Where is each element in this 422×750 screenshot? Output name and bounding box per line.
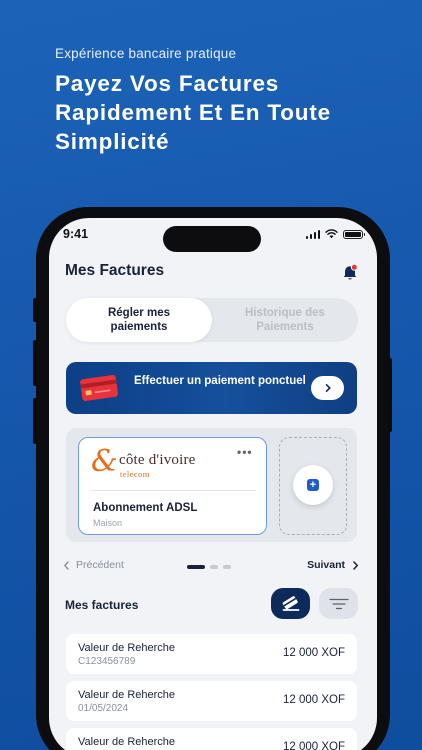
one-time-payment-button[interactable]: Effectuer un paiement ponctuel [66, 362, 357, 414]
invoice-amount: 12 000 XOF [282, 647, 345, 659]
phone-volume-up [33, 340, 37, 386]
bill-card[interactable]: & côte d'ivoire telecom ••• Abonnement A… [78, 437, 267, 535]
arrow-right-icon [325, 384, 331, 392]
status-icons [305, 229, 365, 239]
chevron-right-icon [353, 560, 359, 570]
invoice-amount: 12 000 XOF [282, 741, 345, 750]
invoice-row[interactable]: Valeur de Reherche C123456789 12 000 XOF [66, 634, 357, 674]
bill-subtitle: Maison [93, 518, 123, 528]
add-bill-button[interactable]: + [293, 465, 333, 505]
invoice-row[interactable]: Valeur de Reherche 12 000 XOF [66, 728, 357, 750]
bill-name: Abonnement ADSL [93, 502, 198, 514]
invoice-name: Valeur de Reherche [78, 642, 176, 654]
pay-bills-button[interactable] [271, 588, 310, 619]
credit-card-icon [80, 374, 119, 401]
invoice-reference: C123456789 [78, 656, 136, 667]
invoice-row[interactable]: Valeur de Reherche 01/05/2024 12 000 XOF [66, 681, 357, 721]
page-dots [187, 565, 231, 569]
tab-pay-bills[interactable]: Régler mes paiements [66, 298, 212, 342]
promo-title: Payez Vos Factures Rapidement Et En Tout… [55, 71, 331, 154]
invoice-date: 01/05/2024 [78, 703, 129, 714]
page-dot-1[interactable] [187, 565, 205, 569]
filter-icon [328, 598, 349, 609]
add-bill-card[interactable]: + [279, 437, 347, 535]
card-divider [91, 490, 256, 491]
app-screen: 9:41 Mes Factures Régler mes paiements H… [49, 218, 377, 750]
status-time: 9:41 [63, 227, 89, 241]
phone-power-button [388, 358, 392, 432]
filter-button[interactable] [319, 588, 358, 619]
wifi-icon [325, 229, 338, 239]
add-icon: + [307, 479, 319, 491]
invoice-name: Valeur de Reherche [78, 736, 176, 748]
bill-carousel: & côte d'ivoire telecom ••• Abonnement A… [66, 428, 357, 542]
dynamic-island [163, 226, 261, 252]
battery-icon [343, 229, 365, 239]
logo-sub: telecom [120, 469, 150, 479]
invoice-amount: 12 000 XOF [282, 694, 345, 706]
chevron-left-icon [63, 560, 69, 570]
page-title: Mes Factures [65, 262, 165, 279]
more-options-icon[interactable]: ••• [237, 445, 253, 459]
previous-label: Précédent [76, 559, 124, 571]
carousel-pager: Précédent Suivant [63, 557, 363, 575]
signal-icon [305, 229, 320, 239]
tab-payment-history[interactable]: Historique des Paiements [212, 298, 358, 342]
invoice-name: Valeur de Reherche [78, 689, 176, 701]
invoices-title: Mes factures [65, 598, 139, 612]
bell-icon[interactable] [341, 263, 359, 281]
one-time-payment-label: Effectuer un paiement ponctuel [134, 375, 306, 387]
logo-name: côte d'ivoire [119, 452, 196, 468]
bill-pay-icon [282, 595, 299, 611]
next-button[interactable]: Suivant [307, 559, 359, 571]
phone-volume-down [33, 398, 37, 444]
payment-tabs: Régler mes paiements Historique des Paie… [66, 298, 358, 342]
page-dot-3[interactable] [223, 565, 231, 569]
phone-silent-switch [33, 298, 37, 322]
previous-button[interactable]: Précédent [63, 559, 124, 571]
status-bar: 9:41 [49, 218, 377, 252]
page-dot-2[interactable] [210, 565, 218, 569]
logo-mark: & [91, 444, 118, 479]
promo-subtitle: Expérience bancaire pratique [55, 46, 237, 61]
next-label: Suivant [307, 559, 345, 571]
provider-logo: & côte d'ivoire telecom [91, 444, 211, 483]
arrow-right-button[interactable] [311, 376, 344, 400]
